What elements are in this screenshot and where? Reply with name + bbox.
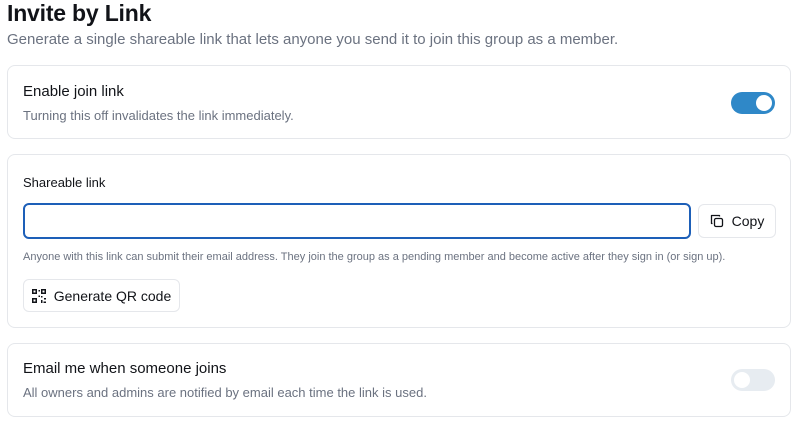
shareable-link-input[interactable] [23, 203, 691, 239]
email-notify-toggle[interactable] [731, 369, 775, 391]
join-link-toggle[interactable] [731, 92, 775, 114]
shareable-link-help: Anyone with this link can submit their e… [23, 251, 726, 263]
copy-button[interactable]: Copy [698, 204, 776, 238]
email-notify-card: Email me when someone joins All owners a… [7, 343, 791, 417]
copy-button-label: Copy [731, 213, 765, 229]
join-link-title: Enable join link [23, 83, 124, 100]
email-notify-title: Email me when someone joins [23, 360, 227, 377]
join-link-card: Enable join link Turning this off invali… [7, 65, 791, 139]
qr-code-icon [31, 288, 46, 303]
shareable-link-card: Shareable link Copy Anyone with this lin… [7, 154, 791, 328]
join-link-description: Turning this off invalidates the link im… [23, 108, 294, 123]
generate-qr-button[interactable]: Generate QR code [23, 279, 180, 312]
shareable-link-label: Shareable link [23, 175, 106, 190]
generate-qr-label: Generate QR code [53, 287, 172, 304]
toggle-knob [756, 95, 772, 111]
copy-icon [710, 214, 724, 228]
page-subtitle: Generate a single shareable link that le… [7, 31, 619, 48]
page-title: Invite by Link [7, 0, 152, 26]
toggle-knob [734, 372, 750, 388]
email-notify-description: All owners and admins are notified by em… [23, 385, 427, 400]
